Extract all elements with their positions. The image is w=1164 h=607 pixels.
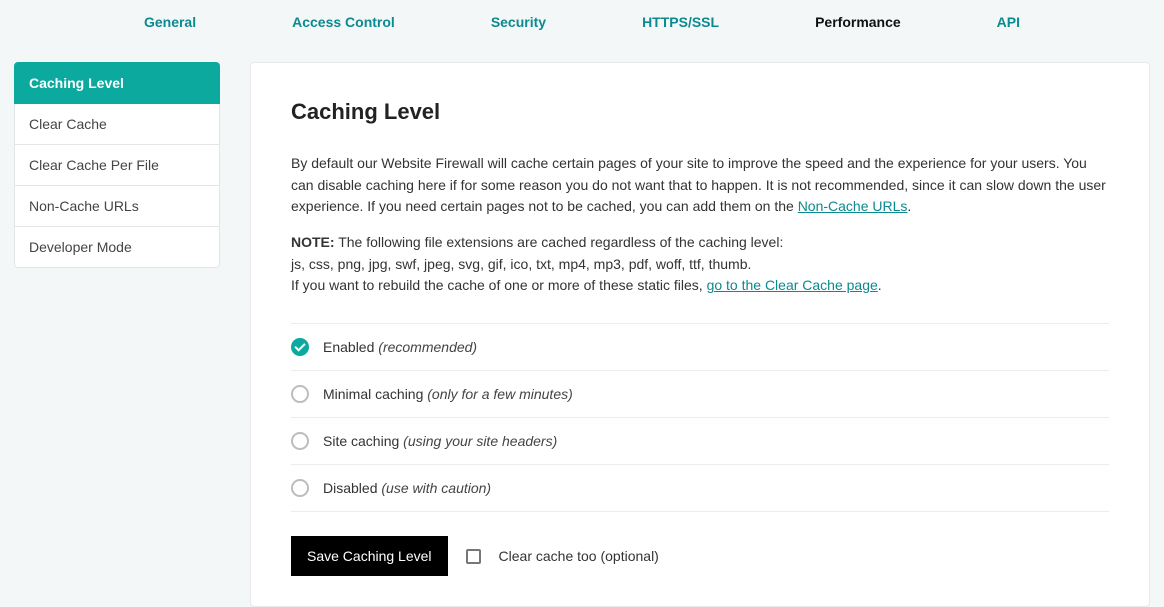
tab-api[interactable]: API [949,14,1068,30]
sidebar-item-clear-cache[interactable]: Clear Cache [14,104,220,145]
option-enabled-text: Enabled [323,339,374,355]
option-enabled-label: Enabled (recommended) [323,339,477,355]
panel-description: By default our Website Firewall will cac… [291,153,1109,297]
tab-access-control[interactable]: Access Control [244,14,443,30]
option-minimal[interactable]: Minimal caching (only for a few minutes) [291,370,1109,417]
option-disabled[interactable]: Disabled (use with caution) [291,464,1109,512]
option-disabled-note: (use with caution) [381,480,491,496]
radio-minimal[interactable] [291,385,309,403]
clear-cache-checkbox[interactable] [466,549,481,564]
option-site-text: Site caching [323,433,399,449]
clear-cache-page-link[interactable]: go to the Clear Cache page [707,277,878,293]
rebuild-end: . [878,277,882,293]
option-minimal-label: Minimal caching (only for a few minutes) [323,386,573,402]
desc-end: . [907,198,911,214]
settings-panel: Caching Level By default our Website Fir… [250,62,1150,607]
note-text: The following file extensions are cached… [335,234,784,250]
option-enabled[interactable]: Enabled (recommended) [291,323,1109,370]
option-site-label: Site caching (using your site headers) [323,433,557,449]
desc-text: By default our Website Firewall will cac… [291,155,1106,214]
sidebar-item-caching-level[interactable]: Caching Level [14,62,220,104]
panel-title: Caching Level [291,99,1109,125]
option-disabled-label: Disabled (use with caution) [323,480,491,496]
tab-security[interactable]: Security [443,14,594,30]
non-cache-urls-link[interactable]: Non-Cache URLs [798,198,908,214]
radio-disabled[interactable] [291,479,309,497]
radio-site[interactable] [291,432,309,450]
option-site-note: (using your site headers) [403,433,557,449]
option-minimal-note: (only for a few minutes) [427,386,573,402]
option-disabled-text: Disabled [323,480,377,496]
actions-row: Save Caching Level Clear cache too (opti… [291,536,1109,576]
tab-performance[interactable]: Performance [767,14,949,30]
sidebar-item-clear-cache-per-file[interactable]: Clear Cache Per File [14,145,220,186]
extensions-list: js, css, png, jpg, swf, jpeg, svg, gif, … [291,254,1109,276]
option-minimal-text: Minimal caching [323,386,423,402]
radio-enabled[interactable] [291,338,309,356]
option-site[interactable]: Site caching (using your site headers) [291,417,1109,464]
sidebar-item-non-cache-urls[interactable]: Non-Cache URLs [14,186,220,227]
tab-general[interactable]: General [96,14,244,30]
sidebar-item-developer-mode[interactable]: Developer Mode [14,227,220,268]
option-enabled-note: (recommended) [378,339,477,355]
tab-https-ssl[interactable]: HTTPS/SSL [594,14,767,30]
note-label: NOTE: [291,234,335,250]
caching-options: Enabled (recommended) Minimal caching (o… [291,323,1109,512]
sidebar: Caching Level Clear Cache Clear Cache Pe… [14,62,220,607]
clear-cache-checkbox-label: Clear cache too (optional) [499,548,659,564]
save-button[interactable]: Save Caching Level [291,536,448,576]
top-tabs: General Access Control Security HTTPS/SS… [0,0,1164,40]
rebuild-text: If you want to rebuild the cache of one … [291,277,707,293]
